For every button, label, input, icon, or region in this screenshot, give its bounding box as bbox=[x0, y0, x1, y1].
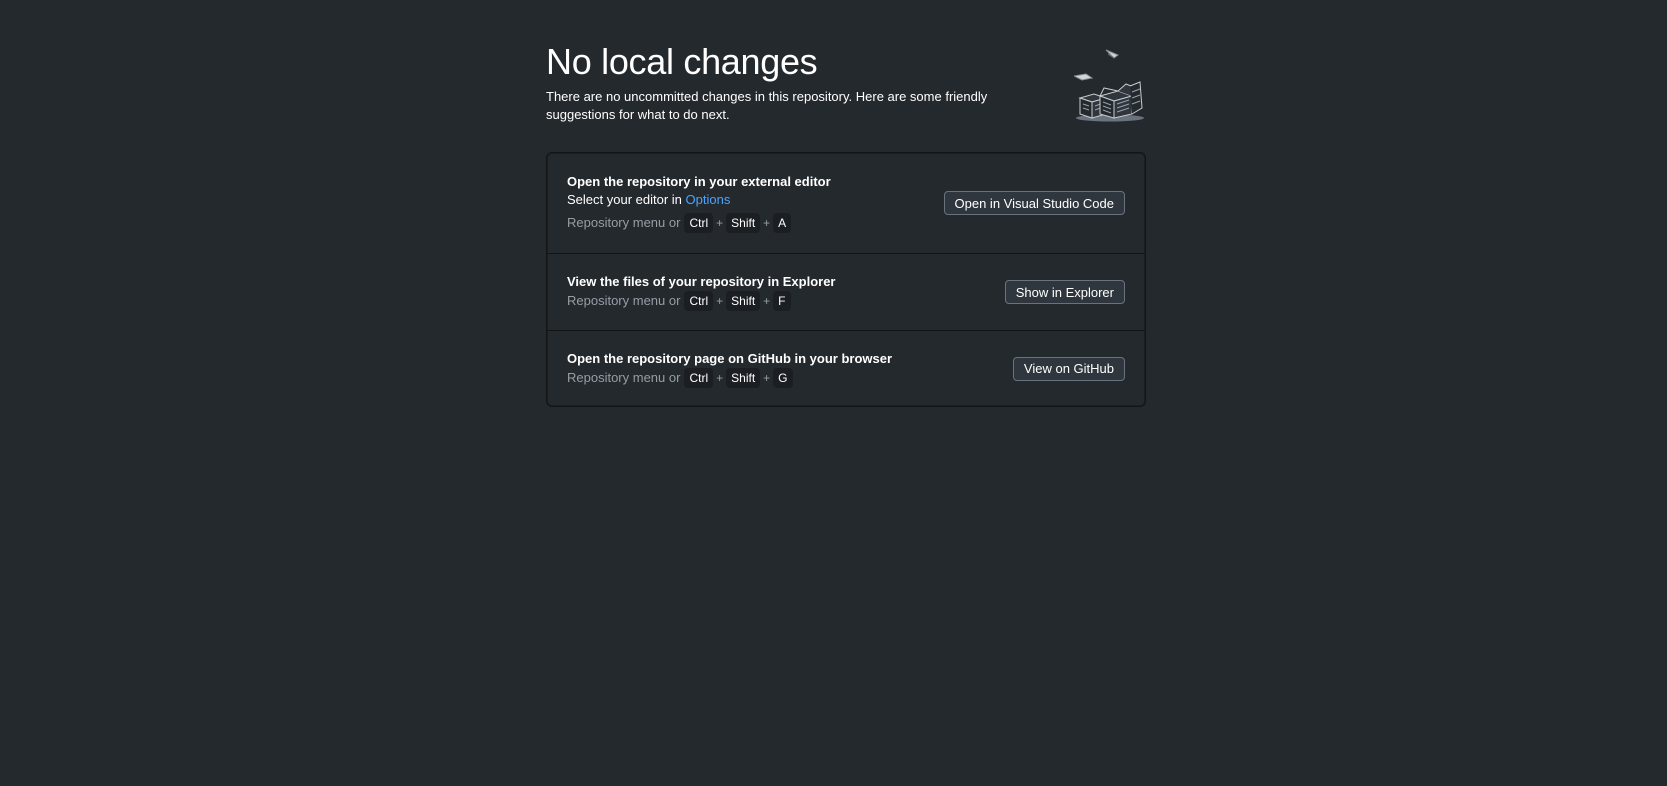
key-shift: Shift bbox=[726, 291, 761, 311]
key-ctrl: Ctrl bbox=[684, 367, 714, 388]
no-changes-content: No local changes There are no uncommitte… bbox=[546, 40, 1146, 407]
suggested-actions-list: Open the repository in your external edi… bbox=[546, 152, 1146, 407]
keyboard-shortcut: Repository menu or Ctrl + Shift + F bbox=[567, 291, 836, 311]
key-shift: Shift bbox=[726, 367, 761, 388]
keyboard-shortcut: Repository menu or Ctrl + Shift + A bbox=[567, 213, 831, 233]
page-title: No local changes bbox=[546, 41, 818, 82]
action-text: Open the repository in your external edi… bbox=[567, 173, 831, 233]
action-title: Open the repository in your external edi… bbox=[567, 174, 831, 189]
no-changes-view: No local changes There are no uncommitte… bbox=[0, 0, 1667, 786]
action-view-on-github: Open the repository page on GitHub in yo… bbox=[547, 330, 1145, 406]
open-in-editor-button[interactable]: Open in Visual Studio Code bbox=[943, 191, 1125, 215]
action-text: Open the repository page on GitHub in yo… bbox=[567, 350, 892, 388]
description-text: Select your editor in bbox=[567, 192, 686, 207]
key-shift: Shift bbox=[726, 213, 761, 233]
key-a: A bbox=[773, 213, 792, 233]
action-title: View the files of your repository in Exp… bbox=[567, 274, 836, 289]
page-subtitle: There are no uncommitted changes in this… bbox=[546, 89, 988, 122]
action-open-in-editor: Open the repository in your external edi… bbox=[547, 153, 1145, 253]
key-g: G bbox=[773, 367, 793, 388]
options-link[interactable]: Options bbox=[686, 192, 731, 207]
action-show-in-explorer: View the files of your repository in Exp… bbox=[547, 253, 1145, 330]
key-separator: + bbox=[716, 294, 724, 308]
action-description: Select your editor in Options bbox=[567, 191, 831, 209]
keyboard-shortcut: Repository menu or Ctrl + Shift + G bbox=[567, 367, 892, 388]
show-in-explorer-button[interactable]: Show in Explorer bbox=[1004, 280, 1125, 304]
view-on-github-button[interactable]: View on GitHub bbox=[1012, 356, 1125, 381]
key-separator: + bbox=[716, 216, 724, 230]
key-f: F bbox=[773, 291, 791, 311]
shortcut-lead-text: Repository menu or bbox=[567, 369, 681, 385]
empty-boxes-icon bbox=[1072, 46, 1146, 122]
key-ctrl: Ctrl bbox=[684, 213, 714, 233]
shortcut-lead-text: Repository menu or bbox=[567, 215, 681, 230]
action-title: Open the repository page on GitHub in yo… bbox=[567, 350, 893, 366]
header: No local changes There are no uncommitte… bbox=[546, 40, 1146, 152]
key-separator: + bbox=[763, 294, 771, 308]
shortcut-lead-text: Repository menu or bbox=[567, 293, 681, 308]
key-separator: + bbox=[763, 370, 771, 385]
action-text: View the files of your repository in Exp… bbox=[567, 273, 836, 311]
key-ctrl: Ctrl bbox=[684, 291, 714, 311]
key-separator: + bbox=[763, 216, 771, 230]
key-separator: + bbox=[716, 370, 724, 385]
